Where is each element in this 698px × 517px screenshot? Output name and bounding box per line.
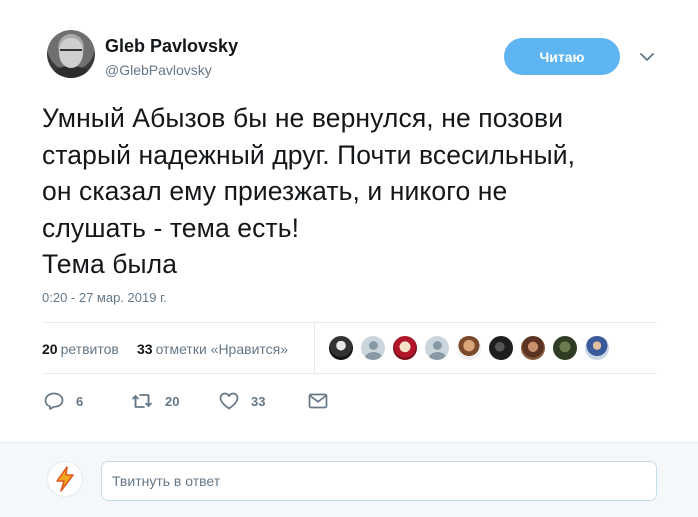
retweets-stat[interactable]: 20 ретвитов [42,341,119,357]
author-avatar[interactable] [47,30,95,78]
author-name[interactable]: Gleb Pavlovsky [105,36,238,57]
tweet-card: Gleb Pavlovsky @GlebPavlovsky Читаю Умны… [0,0,698,442]
tweet-timestamp[interactable]: 0:20 - 27 мар. 2019 г. [42,290,167,305]
following-button[interactable]: Читаю [504,38,620,75]
retweet-action[interactable]: 20 [131,385,179,417]
liker-avatar[interactable] [584,335,610,361]
retweet-icon [131,393,153,409]
liker-avatar[interactable] [456,335,482,361]
tweet-header: Gleb Pavlovsky @GlebPavlovsky Читаю [42,30,662,90]
reply-composer [0,442,698,517]
like-count: 33 [251,393,266,409]
liker-avatar[interactable] [392,335,418,361]
liker-avatar[interactable] [328,335,354,361]
direct-message-action[interactable] [308,385,328,417]
liker-avatar[interactable] [360,335,386,361]
liker-avatar[interactable] [552,335,578,361]
retweet-count: 20 [165,393,180,409]
likes-label: отметки «Нравится» [155,341,289,357]
reply-input[interactable] [101,461,657,501]
divider [42,373,657,374]
tweet-actions: 6 20 33 [42,385,657,417]
like-action[interactable]: 33 [219,385,265,417]
tweet-text: Умный Абызов бы не вернулся, не позови с… [42,103,576,279]
retweets-count: 20 [42,341,58,357]
liker-avatar[interactable] [520,335,546,361]
liker-avatar[interactable] [424,335,450,361]
reply-icon [44,392,64,410]
chevron-down-icon[interactable] [638,48,656,66]
likes-stat[interactable]: 33 отметки «Нравится» [137,341,288,357]
current-user-avatar [47,461,83,497]
tweet-stats: 20 ретвитов 33 отметки «Нравится» [42,322,657,373]
direct-message-icon [308,393,328,409]
reply-count: 6 [76,393,84,409]
like-icon [219,392,239,410]
author-handle[interactable]: @GlebPavlovsky [105,62,212,78]
stats-separator [314,322,315,373]
reply-action[interactable]: 6 [44,385,83,417]
retweets-label: ретвитов [60,341,119,357]
liker-avatar[interactable] [488,335,514,361]
likes-count: 33 [137,341,153,357]
